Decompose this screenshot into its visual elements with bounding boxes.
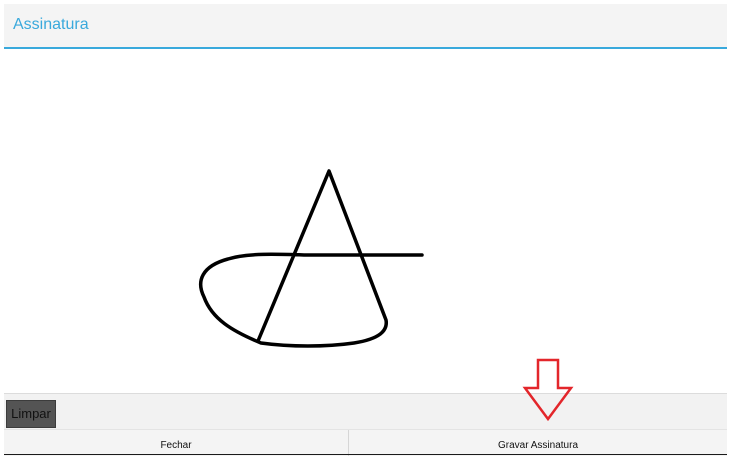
signature-dialog: Assinatura Limpar Fechar Gravar Assinatu… bbox=[4, 4, 727, 456]
toolbar: Limpar bbox=[4, 358, 727, 430]
signature-stroke bbox=[198, 169, 424, 348]
bottom-rule bbox=[4, 454, 727, 455]
save-signature-button[interactable]: Gravar Assinatura bbox=[349, 430, 727, 456]
signature-drawing bbox=[198, 169, 424, 348]
action-bar: Fechar Gravar Assinatura bbox=[4, 429, 727, 456]
page-title: Assinatura bbox=[13, 16, 89, 33]
title-bar: Assinatura bbox=[4, 4, 727, 47]
close-button[interactable]: Fechar bbox=[4, 430, 348, 456]
signature-canvas[interactable] bbox=[4, 49, 727, 393]
arrow-down-icon bbox=[522, 358, 574, 422]
clear-button[interactable]: Limpar bbox=[6, 400, 56, 428]
